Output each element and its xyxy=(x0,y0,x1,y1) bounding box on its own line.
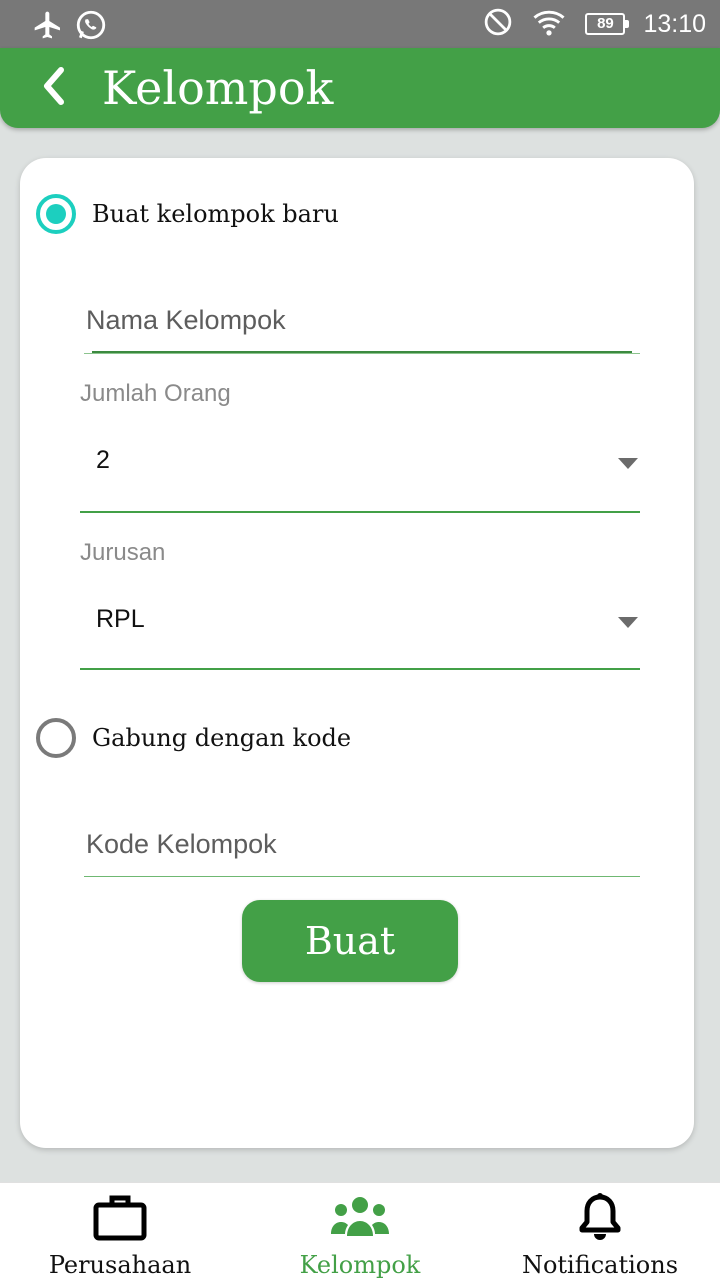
major-dropdown[interactable]: RPL xyxy=(80,597,640,647)
nav-label-notifications: Notifications xyxy=(521,1251,679,1279)
member-count-dropdown[interactable]: 2 xyxy=(80,438,640,488)
group-name-input[interactable] xyxy=(82,298,638,342)
radio-join-group-indicator[interactable] xyxy=(36,718,76,758)
nav-item-kelompok[interactable]: Kelompok xyxy=(240,1183,480,1280)
nav-label-perusahaan: Perusahaan xyxy=(48,1251,192,1279)
status-bar-right: 89 13:10 xyxy=(483,6,706,42)
status-bar-left xyxy=(32,8,108,47)
nav-item-notifications[interactable]: Notifications xyxy=(480,1183,720,1280)
wifi-icon xyxy=(531,6,567,43)
nav-label-kelompok: Kelompok xyxy=(299,1251,421,1279)
status-bar: 89 13:10 xyxy=(0,0,720,48)
nav-item-perusahaan[interactable]: Perusahaan xyxy=(0,1183,240,1280)
group-icon xyxy=(329,1191,391,1243)
briefcase-icon xyxy=(93,1191,147,1243)
member-count-underline xyxy=(80,511,640,513)
app-bar: Kelompok xyxy=(0,48,720,128)
radio-join-group[interactable]: Gabung dengan kode xyxy=(36,718,351,758)
member-count-label: Jumlah Orang xyxy=(80,380,231,407)
radio-create-group-indicator[interactable] xyxy=(36,194,76,234)
major-underline xyxy=(80,668,640,670)
radio-join-group-label: Gabung dengan kode xyxy=(92,724,352,752)
group-name-underline-base xyxy=(84,353,640,354)
create-button[interactable]: Buat xyxy=(242,900,458,982)
group-code-input[interactable] xyxy=(82,822,638,866)
major-label: Jurusan xyxy=(80,539,166,566)
major-value: RPL xyxy=(96,605,145,633)
member-count-value: 2 xyxy=(96,446,110,474)
group-code-underline xyxy=(84,876,640,877)
dropdown-caret-icon xyxy=(618,458,638,469)
dropdown-caret-icon xyxy=(618,617,638,628)
airplane-icon xyxy=(32,9,64,46)
back-button[interactable] xyxy=(30,64,78,112)
bell-icon xyxy=(577,1191,623,1243)
radio-create-group[interactable]: Buat kelompok baru xyxy=(36,194,339,234)
chevron-left-icon xyxy=(39,66,69,111)
status-time: 13:10 xyxy=(643,9,706,38)
group-form-card: Buat kelompok baru Jumlah Orang 2 Jurusa… xyxy=(20,158,694,1148)
bottom-navigation: Perusahaan Kelompok Notifications xyxy=(0,1182,720,1280)
radio-create-group-label: Buat kelompok baru xyxy=(92,200,339,228)
whatsapp-icon xyxy=(74,8,108,47)
page-title: Kelompok xyxy=(102,61,334,115)
battery-icon: 89 xyxy=(585,13,630,35)
do-not-disturb-icon xyxy=(483,7,513,42)
